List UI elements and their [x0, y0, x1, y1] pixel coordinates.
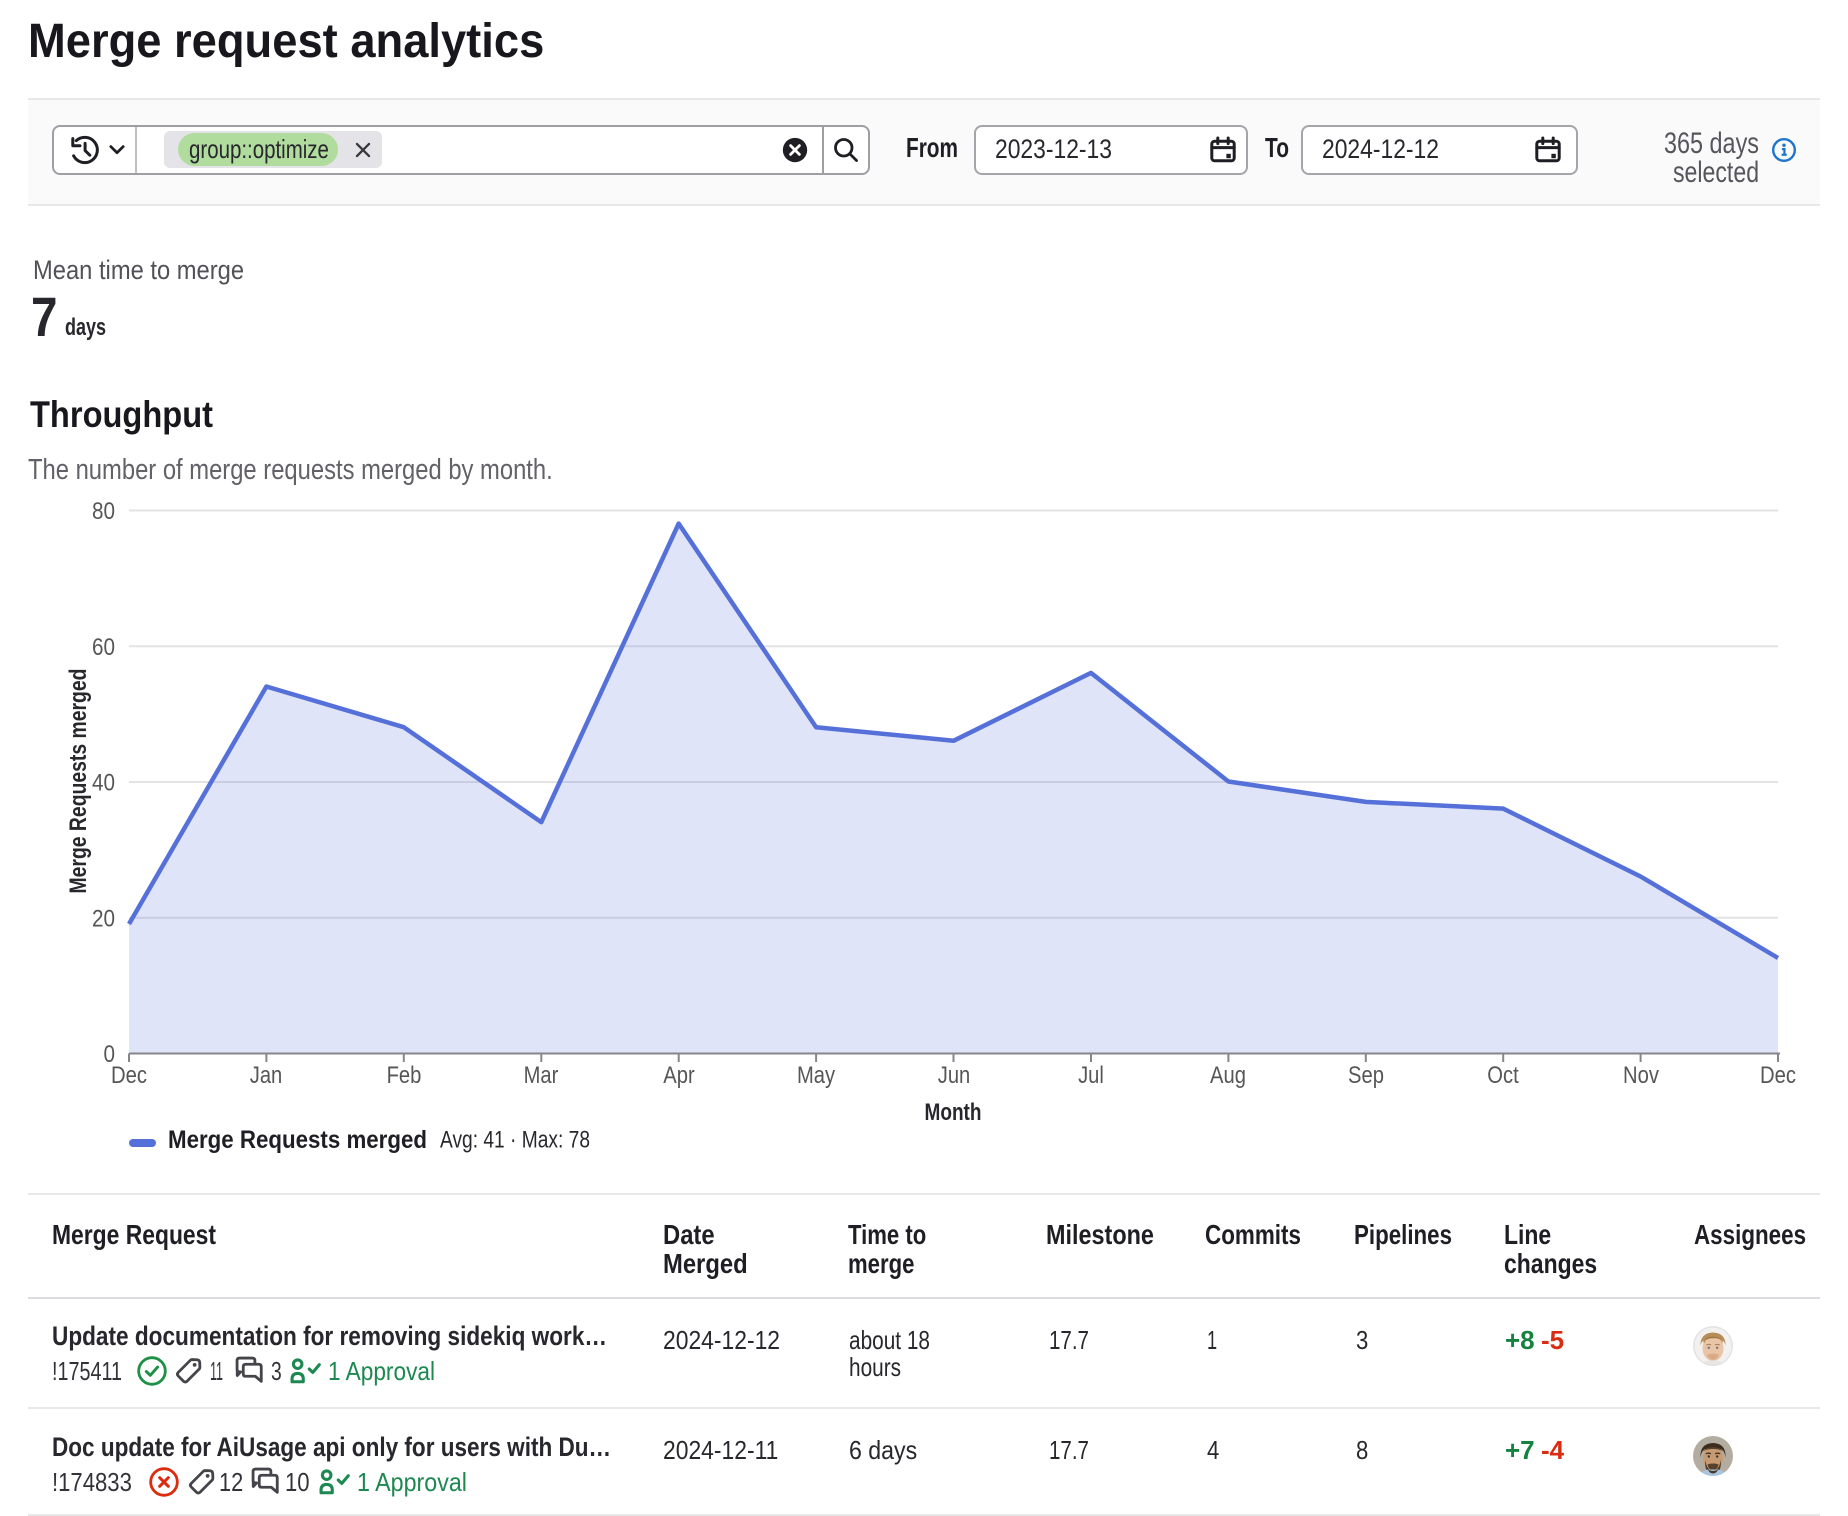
- svg-text:20: 20: [92, 906, 115, 933]
- svg-text:Jul: Jul: [1078, 1062, 1104, 1089]
- svg-text:Sep: Sep: [1348, 1062, 1384, 1089]
- svg-text:40: 40: [92, 770, 115, 797]
- svg-text:Apr: Apr: [663, 1062, 694, 1089]
- svg-text:Mar: Mar: [524, 1062, 559, 1089]
- svg-text:Dec: Dec: [111, 1062, 147, 1089]
- svg-text:Jan: Jan: [250, 1062, 283, 1089]
- svg-text:Jun: Jun: [938, 1062, 971, 1089]
- svg-text:May: May: [797, 1062, 835, 1089]
- svg-text:Oct: Oct: [1487, 1062, 1519, 1089]
- svg-text:Dec: Dec: [1760, 1062, 1796, 1089]
- svg-text:Avg: 41 · Max: 78: Avg: 41 · Max: 78: [440, 1127, 590, 1154]
- svg-text:Feb: Feb: [387, 1062, 422, 1089]
- svg-text:Merge Requests merged: Merge Requests merged: [65, 669, 92, 894]
- svg-text:Nov: Nov: [1623, 1062, 1659, 1089]
- svg-text:60: 60: [92, 634, 115, 661]
- svg-text:Aug: Aug: [1210, 1062, 1246, 1089]
- svg-text:Merge Requests merged: Merge Requests merged: [168, 1126, 427, 1154]
- svg-text:Month: Month: [925, 1099, 982, 1126]
- svg-text:80: 80: [92, 498, 115, 525]
